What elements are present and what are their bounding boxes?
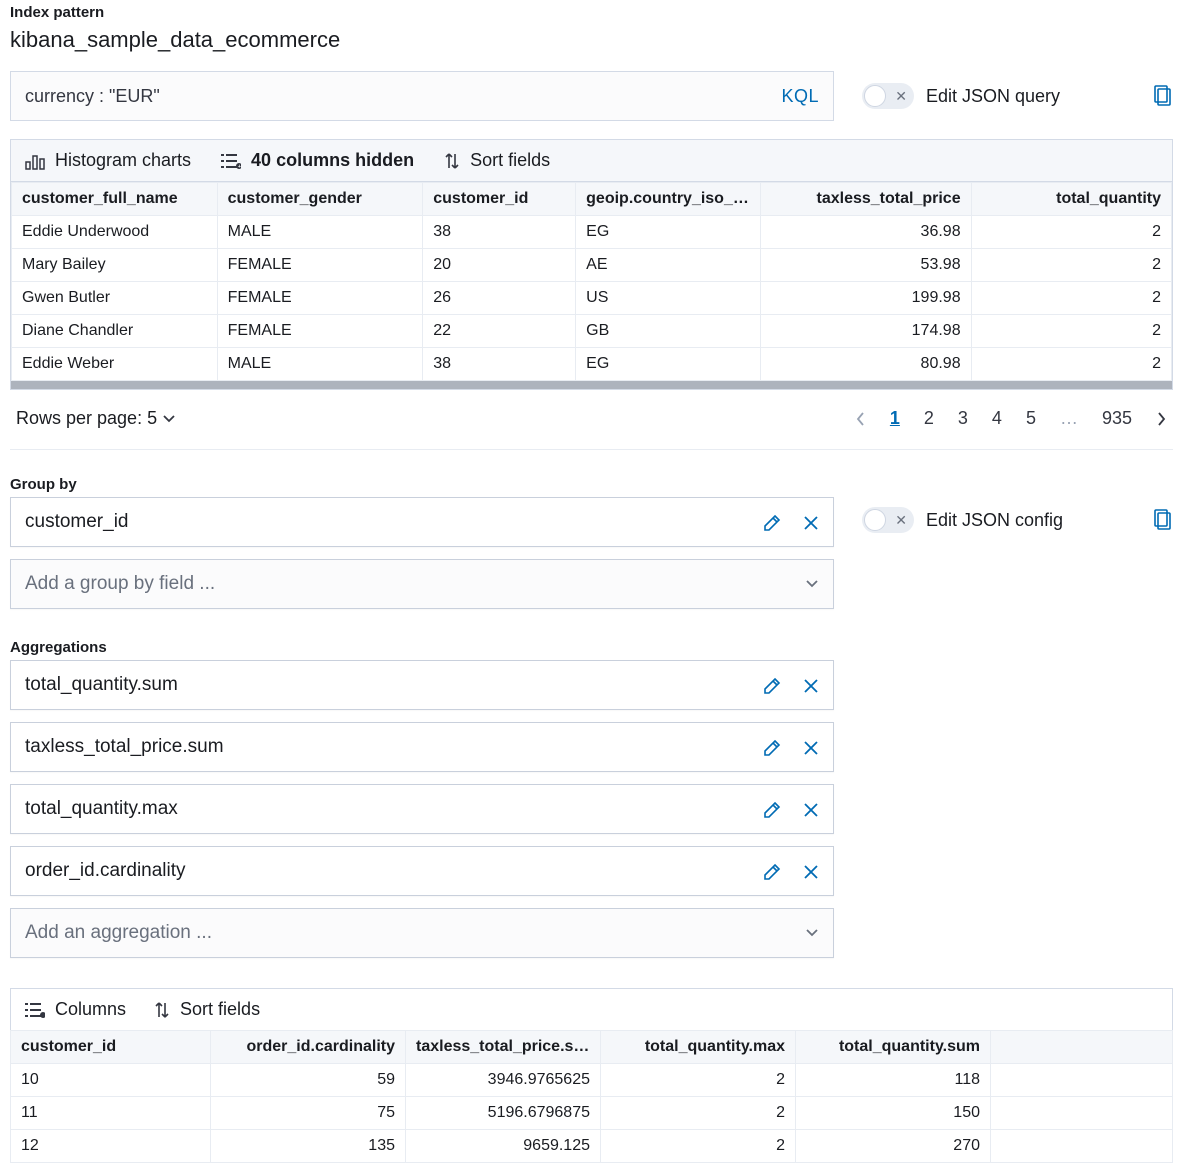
aggregation-pill[interactable]: total_quantity.max [10, 784, 834, 834]
edit-json-config-label: Edit JSON config [926, 510, 1063, 531]
table-header[interactable]: customer_gender [217, 183, 423, 216]
group-by-label: Group by [10, 472, 1173, 497]
table-header[interactable]: taxless_total_price.sum [406, 1031, 601, 1064]
edit-json-query-toggle[interactable]: ✕ [862, 83, 914, 109]
close-icon[interactable] [803, 675, 819, 696]
table-header[interactable]: customer_full_name [12, 183, 218, 216]
close-icon[interactable] [803, 799, 819, 820]
table-header[interactable]: total_quantity.max [601, 1031, 796, 1064]
columns-hidden-button[interactable]: + 40 columns hidden [221, 150, 414, 171]
table-header[interactable]: total_quantity.sum [796, 1031, 991, 1064]
table-row[interactable]: 121359659.1252270 [11, 1130, 1173, 1163]
table-row[interactable]: Diane ChandlerFEMALE22GB174.982 [12, 315, 1172, 348]
rows-per-page-button[interactable]: Rows per page: 5 [16, 408, 176, 429]
close-icon[interactable] [803, 861, 819, 882]
table-row[interactable]: Eddie WeberMALE38EG80.982 [12, 348, 1172, 381]
page-4[interactable]: 4 [992, 408, 1002, 429]
page-next-button[interactable] [1156, 408, 1167, 429]
columns-button[interactable]: Columns [25, 999, 126, 1020]
clipboard-icon[interactable] [1153, 509, 1173, 531]
histogram-charts-button[interactable]: Histogram charts [25, 150, 191, 171]
table-row[interactable]: Mary BaileyFEMALE20AE53.982 [12, 249, 1172, 282]
page-5[interactable]: 5 [1026, 408, 1036, 429]
table-row[interactable]: Gwen ButlerFEMALE26US199.982 [12, 282, 1172, 315]
group-by-pill-customer-id[interactable]: customer_id [10, 497, 834, 547]
add-aggregation[interactable]: Add an aggregation ... [10, 908, 834, 958]
page-2[interactable]: 2 [924, 408, 934, 429]
add-group-by-field[interactable]: Add a group by field ... [10, 559, 834, 609]
page-3[interactable]: 3 [958, 408, 968, 429]
edit-json-query-label: Edit JSON query [926, 86, 1060, 107]
edit-icon[interactable] [763, 861, 781, 882]
edit-icon[interactable] [763, 675, 781, 696]
close-icon[interactable] [803, 737, 819, 758]
table-row[interactable]: 10593946.97656252118 [11, 1064, 1173, 1097]
edit-icon[interactable] [763, 799, 781, 820]
aggregation-pill[interactable]: order_id.cardinality [10, 846, 834, 896]
page-last[interactable]: 935 [1102, 408, 1132, 429]
close-icon: ✕ [895, 88, 907, 105]
edit-icon[interactable] [763, 737, 781, 758]
svg-text:+: + [238, 164, 241, 169]
table-header[interactable]: order_id.cardinality [211, 1031, 406, 1064]
table-row[interactable]: Eddie UnderwoodMALE38EG36.982 [12, 216, 1172, 249]
index-pattern-value[interactable]: kibana_sample_data_ecommerce [10, 25, 1173, 61]
clipboard-icon[interactable] [1153, 85, 1173, 107]
page-ellipsis: … [1060, 408, 1078, 429]
edit-icon[interactable] [763, 512, 781, 533]
index-pattern-label: Index pattern [10, 0, 1173, 25]
horizontal-scrollbar[interactable] [11, 381, 1172, 389]
preview-table-2: customer_idorder_id.cardinalitytaxless_t… [10, 1030, 1173, 1163]
aggregation-pill[interactable]: total_quantity.sum [10, 660, 834, 710]
table-row[interactable]: 11755196.67968752150 [11, 1097, 1173, 1130]
close-icon[interactable] [803, 512, 819, 533]
query-language-button[interactable]: KQL [781, 86, 819, 107]
chevron-down-icon [162, 414, 176, 424]
table-header[interactable]: total_quantity [971, 183, 1171, 216]
sort-fields-button[interactable]: Sort fields [444, 150, 550, 171]
table-header[interactable]: geoip.country_iso_co… [576, 183, 761, 216]
table-header[interactable]: customer_id [423, 183, 576, 216]
preview-table: customer_full_namecustomer_gendercustome… [11, 182, 1172, 381]
page-prev-button[interactable] [855, 408, 866, 429]
page-1[interactable]: 1 [890, 408, 900, 429]
close-icon: ✕ [895, 512, 907, 529]
chevron-down-icon [805, 922, 819, 944]
query-input[interactable]: currency : "EUR" KQL [10, 71, 834, 121]
query-text: currency : "EUR" [25, 86, 160, 107]
pagination: 1 2 3 4 5 … 935 [855, 408, 1167, 429]
table-header[interactable]: taxless_total_price [760, 183, 971, 216]
edit-json-config-toggle[interactable]: ✕ [862, 507, 914, 533]
table-header[interactable]: customer_id [11, 1031, 211, 1064]
sort-fields-button-2[interactable]: Sort fields [154, 999, 260, 1020]
aggregations-label: Aggregations [10, 635, 1173, 660]
chevron-down-icon [805, 573, 819, 595]
aggregation-pill[interactable]: taxless_total_price.sum [10, 722, 834, 772]
